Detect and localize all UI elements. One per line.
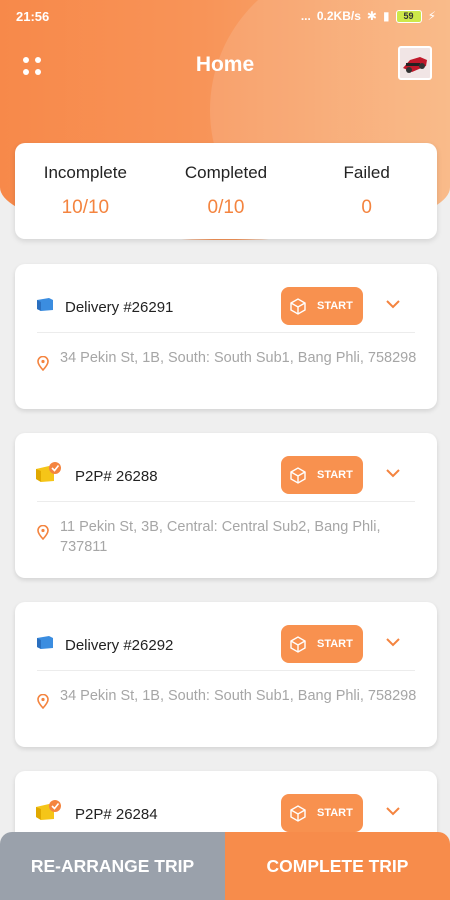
stat-value: 10/10 [61, 197, 110, 218]
rearrange-trip-button[interactable]: RE-ARRANGE TRIP [0, 832, 225, 900]
package-icon [290, 805, 306, 822]
start-button[interactable]: START [281, 456, 363, 494]
divider [37, 332, 415, 333]
network-speed: 0.2KB/s [316, 9, 361, 23]
location-pin-icon [37, 694, 49, 709]
divider [37, 670, 415, 671]
delivery-box-icon [37, 298, 53, 311]
divider [37, 501, 415, 502]
stat-completed: Completed 0/10 [156, 143, 297, 239]
job-name: Delivery #26292 [65, 637, 174, 654]
chevron-down-icon[interactable] [385, 636, 401, 648]
status-time: 21:56 [16, 8, 50, 24]
job-address: 34 Pekin St, 1B, South: South Sub1, Bang… [60, 350, 417, 366]
job-card[interactable]: Delivery #26292 START 34 Pekin St, 1B, S… [15, 602, 437, 747]
start-label: START [317, 638, 353, 650]
complete-trip-button[interactable]: COMPLETE TRIP [225, 832, 450, 900]
status-indicators: ... 0.2KB/s ✱ ▮ 59 ⚡ [301, 9, 436, 23]
start-button[interactable]: START [281, 625, 363, 663]
stat-label: Completed [184, 163, 268, 182]
job-card[interactable]: Delivery #26291 START 34 Pekin St, 1B, S… [15, 264, 437, 409]
job-address: 34 Pekin St, 1B, South: South Sub1, Bang… [60, 688, 417, 704]
status-bar: 21:56 ... 0.2KB/s ✱ ▮ 59 ⚡ [0, 0, 450, 32]
start-button[interactable]: START [281, 794, 363, 832]
avatar[interactable] [398, 46, 432, 80]
stat-value: 0/10 [207, 197, 245, 218]
stat-incomplete: Incomplete 10/10 [15, 143, 156, 239]
profile-image-icon [400, 48, 430, 78]
bottom-action-bar: RE-ARRANGE TRIP COMPLETE TRIP [0, 832, 450, 900]
delivery-box-icon [37, 636, 53, 649]
p2p-package-icon [36, 462, 61, 482]
job-name: P2P# 26284 [75, 806, 158, 823]
battery-icon: 59 [395, 9, 422, 23]
bluetooth-icon: ✱ [366, 9, 377, 23]
status-dots: ... [300, 9, 311, 23]
stat-value: 0 [361, 197, 372, 218]
chevron-down-icon[interactable] [385, 467, 401, 479]
page-title: Home [195, 53, 255, 76]
job-address: 11 Pekin St, 3B, Central: Central Sub2, … [60, 519, 381, 555]
start-button[interactable]: START [281, 287, 363, 325]
start-label: START [317, 807, 353, 819]
location-pin-icon [37, 525, 49, 540]
start-label: START [317, 300, 353, 312]
signal-icon: ▮ [382, 9, 390, 23]
job-card[interactable]: P2P# 26288 START 11 Pekin St, 3B, Centra… [15, 433, 437, 578]
start-label: START [317, 469, 353, 481]
app-bar: Home [0, 40, 450, 90]
package-icon [290, 636, 306, 653]
package-icon [290, 298, 306, 315]
location-pin-icon [37, 356, 49, 371]
trip-summary-card: Incomplete 10/10 Completed 0/10 Failed 0 [15, 143, 437, 239]
chevron-down-icon[interactable] [385, 805, 401, 817]
menu-icon[interactable] [20, 54, 44, 78]
stat-failed: Failed 0 [296, 143, 437, 239]
stat-label: Incomplete [43, 163, 127, 182]
chevron-down-icon[interactable] [385, 298, 401, 310]
job-name: Delivery #26291 [65, 299, 174, 316]
stat-label: Failed [343, 163, 390, 182]
job-name: P2P# 26288 [75, 468, 158, 485]
package-icon [290, 467, 306, 484]
charging-icon: ⚡ [427, 9, 436, 23]
p2p-package-icon [36, 800, 61, 820]
